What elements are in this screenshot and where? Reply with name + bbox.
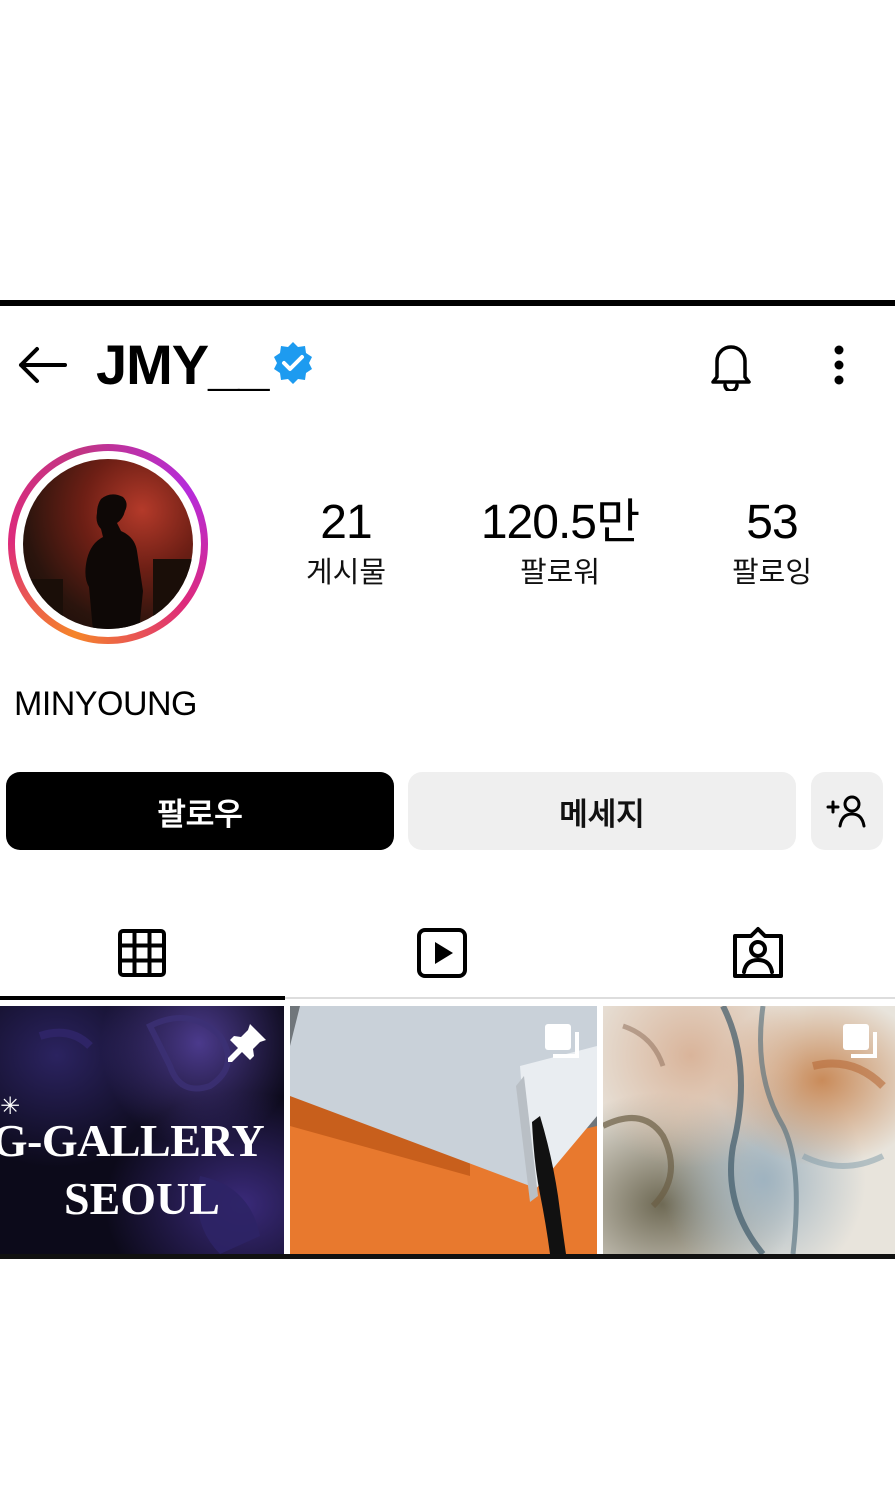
stat-followers[interactable]: 120.5만 팔로워: [460, 492, 660, 592]
post-1-title-line1: G-GALLERY: [0, 1115, 265, 1166]
multiple-images-icon: [843, 1024, 877, 1058]
add-person-icon: [826, 795, 866, 828]
bottom-border: [0, 1254, 895, 1259]
verified-badge-icon: [274, 342, 312, 384]
avatar: [23, 459, 193, 629]
pin-icon: [228, 1024, 266, 1062]
profile-tabs: [0, 908, 895, 998]
following-count: 53: [746, 496, 798, 549]
grid-icon: [118, 929, 166, 977]
post-thumbnail-2[interactable]: [290, 1006, 597, 1254]
post-thumbnail-1[interactable]: ✳ G-GALLERY SEOUL: [0, 1006, 284, 1254]
more-vertical-icon: [834, 345, 844, 385]
followers-label: 팔로워: [519, 557, 601, 589]
multiple-images-icon: [545, 1024, 579, 1058]
story-ring[interactable]: [8, 444, 208, 644]
tab-posts[interactable]: [0, 908, 284, 998]
tagged-person-icon: [733, 927, 783, 978]
stat-following[interactable]: 53 팔로잉: [672, 492, 872, 592]
display-name: MINYOUNG: [14, 685, 198, 723]
posts-count: 21: [320, 496, 372, 549]
bell-icon: [711, 345, 751, 391]
notifications-button[interactable]: [704, 338, 758, 392]
selected-tab-indicator: [0, 996, 285, 1000]
follow-button[interactable]: 팔로우: [6, 772, 394, 850]
arrow-left-icon: [19, 347, 67, 383]
profile-username: JMY__: [96, 333, 269, 396]
stat-posts[interactable]: 21 게시물: [246, 492, 446, 592]
reels-play-icon: [417, 928, 467, 978]
followers-count: 120.5만: [480, 496, 640, 549]
avatar-silhouette: [23, 494, 193, 629]
back-button[interactable]: [14, 340, 70, 390]
tab-reels[interactable]: [300, 908, 584, 998]
posts-label: 게시물: [305, 557, 387, 589]
tab-tagged[interactable]: [616, 908, 895, 998]
post-thumbnail-3[interactable]: [603, 1006, 895, 1254]
post-1-title-line2: SEOUL: [64, 1173, 220, 1224]
tabs-divider: [285, 997, 895, 999]
message-button[interactable]: 메세지: [408, 772, 796, 850]
following-label: 팔로잉: [731, 557, 813, 589]
suggest-people-button[interactable]: [811, 772, 883, 850]
more-options-button[interactable]: [816, 338, 862, 392]
top-border: [0, 300, 895, 306]
profile-header: JMY__: [0, 318, 895, 410]
